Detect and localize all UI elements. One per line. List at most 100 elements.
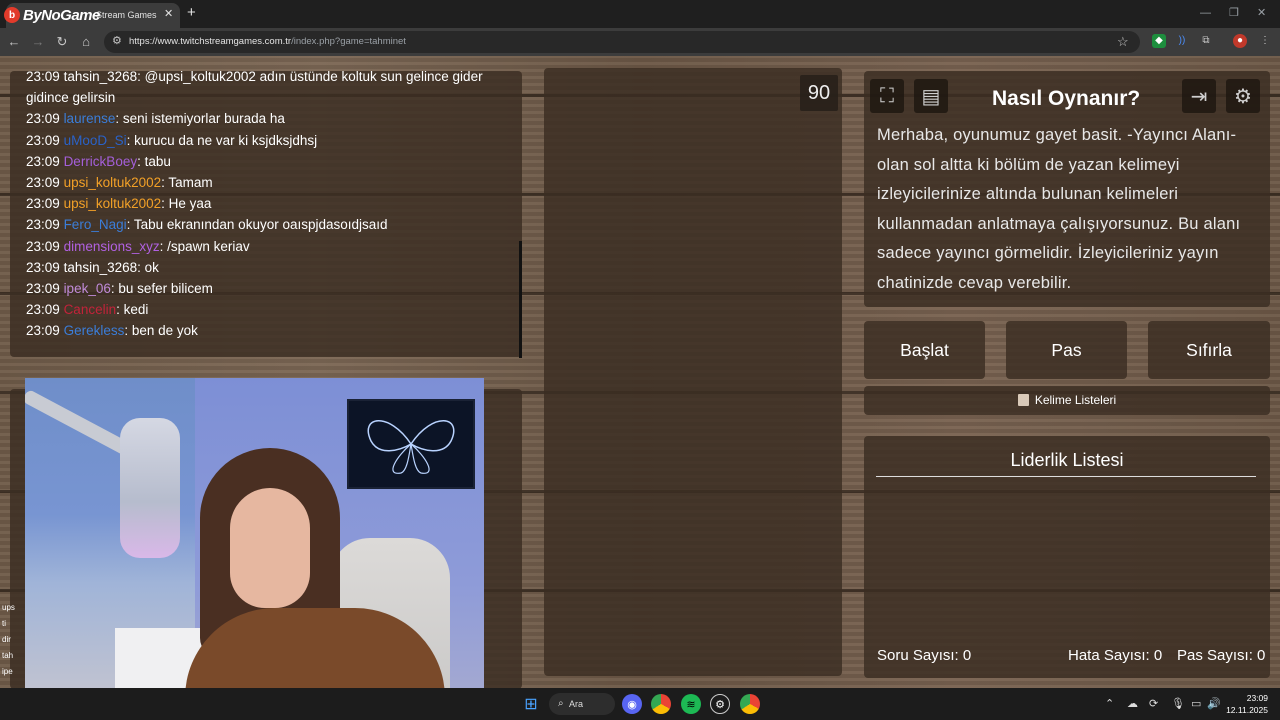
chat-username[interactable]: uMooD_Si bbox=[64, 133, 127, 148]
chat-text: : Tabu ekranından okuyor oaıspjdasoıdjsa… bbox=[126, 217, 388, 233]
word-lists-button[interactable]: Kelime Listeleri bbox=[864, 386, 1270, 415]
tray-overflow-icon[interactable]: ⌃ bbox=[1105, 697, 1114, 711]
taskbar-clock[interactable]: 23:09 12.11.2025 bbox=[1222, 692, 1268, 716]
side-chat-strip: ups ti dir tah ipe bbox=[0, 600, 25, 696]
chat-timestamp: 23:09 bbox=[26, 132, 60, 148]
audio-extension-icon[interactable]: )) bbox=[1175, 34, 1189, 48]
chat-timestamp: 23:09 bbox=[26, 259, 60, 275]
chat-text: : ben de yok bbox=[124, 323, 198, 339]
new-tab-icon[interactable]: + bbox=[187, 5, 196, 21]
tab-close-icon[interactable]: ✕ bbox=[164, 7, 173, 21]
mic-arm bbox=[25, 388, 135, 458]
profile-avatar-icon[interactable]: ● bbox=[1233, 34, 1247, 48]
chat-timestamp: 23:09 bbox=[26, 238, 60, 254]
taskbar-search[interactable]: ⌕ Ara bbox=[549, 693, 615, 715]
chat-username[interactable]: ipek_06 bbox=[64, 281, 111, 296]
steam-icon[interactable]: ⚙ bbox=[710, 694, 730, 714]
how-to-play-panel: ⛶ ▤ Nasıl Oynanır? ⇥ ⚙ Merhaba, oyunumuz… bbox=[864, 71, 1270, 307]
word-list-icon bbox=[1017, 394, 1029, 406]
chat-message: 23:09 uMooD_Si: kurucu da ne var ki ksjd… bbox=[26, 130, 506, 151]
chat-text: : /spawn keriav bbox=[159, 238, 250, 254]
tab-title: Stream Games bbox=[96, 10, 157, 20]
chat-username[interactable]: Cancelin bbox=[64, 302, 117, 317]
side-chat-entry: ti bbox=[2, 619, 6, 628]
reload-icon[interactable]: ↻ bbox=[53, 33, 71, 51]
clock-time: 23:09 bbox=[1246, 693, 1268, 703]
side-chat-entry: ipe bbox=[2, 667, 13, 676]
forward-icon[interactable]: → bbox=[29, 33, 47, 51]
chat-username[interactable]: dimensions_xyz bbox=[64, 239, 160, 254]
question-count-value: 0 bbox=[962, 647, 972, 664]
chat-scrollbar[interactable] bbox=[519, 241, 522, 358]
bookmark-star-icon[interactable]: ☆ bbox=[1117, 34, 1129, 50]
chat-username[interactable]: upsi_koltuk2002 bbox=[64, 196, 162, 211]
window-close-icon[interactable]: ✕ bbox=[1257, 6, 1266, 20]
chrome-profile-icon[interactable] bbox=[740, 694, 760, 714]
minimize-icon[interactable]: — bbox=[1200, 6, 1211, 20]
network-icon[interactable]: ▭ bbox=[1191, 697, 1201, 711]
chat-timestamp: 23:09 bbox=[26, 302, 60, 318]
how-to-play-text: Merhaba, oyunumuz gayet basit. -Yayıncı … bbox=[877, 126, 1241, 292]
reset-button[interactable]: Sıfırla bbox=[1148, 321, 1270, 379]
chat-text: : kurucu da ne var ki ksjdksjdhsj bbox=[126, 132, 318, 148]
shield-extension-icon[interactable]: ◆ bbox=[1152, 34, 1166, 48]
error-count-label: Hata Sayısı: bbox=[1068, 647, 1150, 664]
chat-message: 23:09 tahsin_3268: ok bbox=[26, 257, 506, 278]
spotify-icon[interactable]: ≋ bbox=[681, 694, 701, 714]
windows-start-icon[interactable]: ⊞ bbox=[521, 694, 541, 714]
chat-text: : ok bbox=[137, 259, 159, 275]
chat-text: : Tamam bbox=[161, 175, 213, 191]
restore-icon[interactable]: ❐ bbox=[1229, 6, 1239, 20]
bynogame-logo: b ByNoGame bbox=[4, 4, 100, 26]
start-button[interactable]: Başlat bbox=[864, 321, 985, 379]
word-lists-label: Kelime Listeleri bbox=[1034, 393, 1117, 407]
pass-count-value: 0 bbox=[1257, 647, 1266, 664]
chat-username[interactable]: tahsin_3268 bbox=[64, 71, 138, 84]
address-bar[interactable]: ⚙ https://www.twitchstreamgames.com.tr/i… bbox=[104, 31, 1140, 53]
notes-icon[interactable]: ▤ bbox=[914, 79, 948, 113]
site-info-icon[interactable]: ⚙ bbox=[112, 34, 122, 47]
chat-message: 23:09 Fero_Nagi: Tabu ekranından okuyor … bbox=[26, 214, 506, 235]
chat-username[interactable]: tahsin_3268 bbox=[64, 260, 138, 275]
chat-username[interactable]: Fero_Nagi bbox=[64, 217, 127, 232]
clock-date: 12.11.2025 bbox=[1226, 705, 1268, 715]
home-icon[interactable]: ⌂ bbox=[77, 33, 95, 51]
back-icon[interactable]: ← bbox=[5, 33, 23, 51]
question-count: Soru Sayısı: 0 bbox=[877, 647, 971, 664]
question-count-label: Soru Sayısı: bbox=[877, 647, 959, 664]
url-host: https://www.twitchstreamgames.com.tr bbox=[129, 36, 292, 47]
chat-timestamp: 23:09 bbox=[26, 111, 60, 127]
chat-username[interactable]: Gerekless bbox=[64, 323, 125, 338]
butterfly-frame bbox=[347, 399, 475, 489]
extensions-puzzle-icon[interactable]: ⧉ bbox=[1199, 34, 1213, 48]
discord-icon[interactable]: ◉ bbox=[622, 694, 642, 714]
taskbar-search-label: Ara bbox=[569, 699, 584, 709]
sync-icon[interactable]: ⟳ bbox=[1149, 697, 1158, 711]
chrome-icon[interactable] bbox=[651, 694, 671, 714]
logout-icon[interactable]: ⇥ bbox=[1182, 79, 1216, 113]
chat-username[interactable]: DerrickBoey bbox=[64, 154, 138, 169]
butterfly-art bbox=[367, 420, 455, 474]
volume-icon[interactable]: 🔊 bbox=[1207, 697, 1221, 711]
pass-count: Pas Sayısı: 0 bbox=[1177, 647, 1265, 664]
chat-username[interactable]: upsi_koltuk2002 bbox=[64, 175, 162, 190]
error-count-value: 0 bbox=[1153, 647, 1163, 664]
browser-menu-icon[interactable]: ⋮ bbox=[1258, 34, 1272, 48]
word-display-panel bbox=[544, 68, 842, 676]
chat-text: : seni istemiyorlar burada ha bbox=[115, 111, 285, 127]
pass-button[interactable]: Pas bbox=[1006, 321, 1127, 379]
fullscreen-icon[interactable]: ⛶ bbox=[870, 79, 904, 113]
chat-username[interactable]: laurense bbox=[64, 111, 116, 126]
leaderboard-divider bbox=[876, 476, 1256, 477]
webcam-overlay bbox=[25, 378, 484, 720]
url-path: /index.php?game=tahminet bbox=[291, 36, 406, 47]
timer-counter: 90 bbox=[800, 75, 838, 111]
side-chat-entry: tah bbox=[2, 651, 14, 660]
url-text: https://www.twitchstreamgames.com.tr/ind… bbox=[129, 36, 406, 47]
chat-timestamp: 23:09 bbox=[26, 217, 60, 233]
leaderboard-title: Liderlik Listesi bbox=[1010, 450, 1124, 470]
onedrive-icon[interactable]: ☁ bbox=[1127, 697, 1138, 711]
microphone-icon[interactable]: 🎙 bbox=[1171, 697, 1185, 711]
settings-gear-icon[interactable]: ⚙ bbox=[1226, 79, 1260, 113]
chat-text: : kedi bbox=[116, 302, 149, 318]
